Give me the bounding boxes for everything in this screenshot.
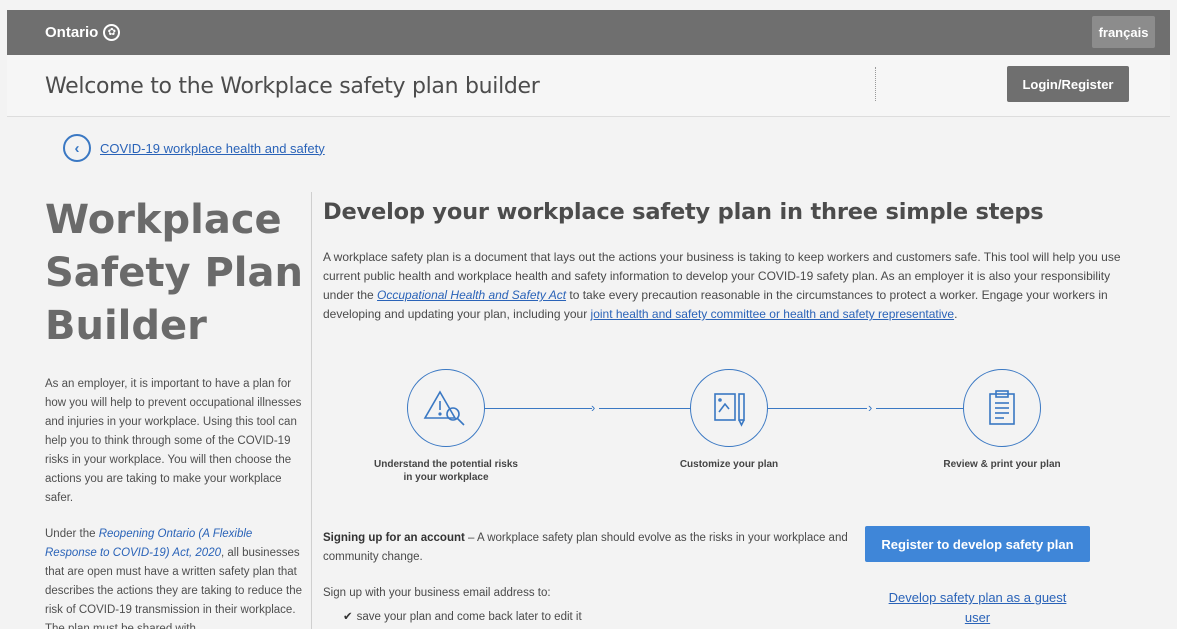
register-button[interactable]: Register to develop safety plan <box>865 526 1090 562</box>
app-header: Welcome to the Workplace safety plan bui… <box>7 55 1170 117</box>
intro-paragraph: A workplace safety plan is a document th… <box>323 248 1133 324</box>
back-link[interactable]: COVID-19 workplace health and safety <box>100 141 325 156</box>
intro-text-3: . <box>954 307 958 321</box>
chevron-left-icon[interactable]: ‹ <box>63 134 91 162</box>
main-content: Develop your workplace safety plan in th… <box>323 199 1133 625</box>
sidebar-title: Workplace Safety Plan Builder <box>45 194 303 353</box>
sidebar-title-line2: Safety Plan <box>45 250 303 296</box>
step-3-label: Review & print your plan <box>943 459 1061 470</box>
page-title: Welcome to the Workplace safety plan bui… <box>45 74 540 99</box>
signup-heading: Signing up for an account <box>323 532 465 544</box>
signup-description: Signing up for an account – A workplace … <box>323 529 853 567</box>
checkmark-icon: ✔ <box>343 611 353 623</box>
step-1-label: Understand the potential risks in your w… <box>374 459 518 483</box>
ohsa-link[interactable]: Occupational Health and Safety Act <box>377 288 566 302</box>
sidebar-paragraph-1: As an employer, it is important to have … <box>45 378 302 504</box>
ontario-logo[interactable]: Ontario ✿ <box>45 24 121 41</box>
sidebar-title-line1: Workplace <box>45 197 282 243</box>
language-toggle-button[interactable]: français <box>1092 16 1155 48</box>
step-2: Customize your plan <box>654 369 804 471</box>
para2-suffix: , all businesses that are open must have… <box>45 547 302 629</box>
top-bar: Ontario ✿ français <box>7 10 1170 55</box>
steps-diagram: › › Understand the potential risks in yo… <box>323 369 1083 499</box>
trillium-icon: ✿ <box>103 24 121 41</box>
step-1: Understand the potential risks in your w… <box>371 369 521 484</box>
step-3: Review & print your plan <box>927 369 1077 471</box>
sidebar-paragraph-2: Under the Reopening Ontario (A Flexible … <box>45 525 303 629</box>
clipboard-checklist-icon <box>963 369 1041 447</box>
sidebar-title-line3: Builder <box>45 303 207 349</box>
chevron-right-icon: › <box>591 400 596 415</box>
jhsc-link[interactable]: joint health and safety committee or hea… <box>591 307 955 321</box>
step-2-label: Customize your plan <box>679 459 779 470</box>
breadcrumb: ‹ COVID-19 workplace health and safety <box>63 134 325 162</box>
warning-magnifier-icon <box>407 369 485 447</box>
signup-subtext: Sign up with your business email address… <box>323 587 551 599</box>
guest-user-link[interactable]: Develop safety plan as a guest user <box>879 588 1076 628</box>
header-divider <box>875 67 876 101</box>
benefit-text: save your plan and come back later to ed… <box>356 611 582 623</box>
main-title: Develop your workplace safety plan in th… <box>323 199 1044 225</box>
para2-prefix: Under the <box>45 528 99 540</box>
sidebar: Workplace Safety Plan Builder As an empl… <box>45 194 303 629</box>
edit-document-icon <box>690 369 768 447</box>
chevron-right-icon: › <box>868 400 873 415</box>
benefit-list-item: ✔ save your plan and come back later to e… <box>323 609 582 623</box>
logo-text: Ontario <box>45 24 99 41</box>
login-register-button[interactable]: Login/Register <box>1007 66 1129 102</box>
vertical-divider <box>311 192 312 629</box>
